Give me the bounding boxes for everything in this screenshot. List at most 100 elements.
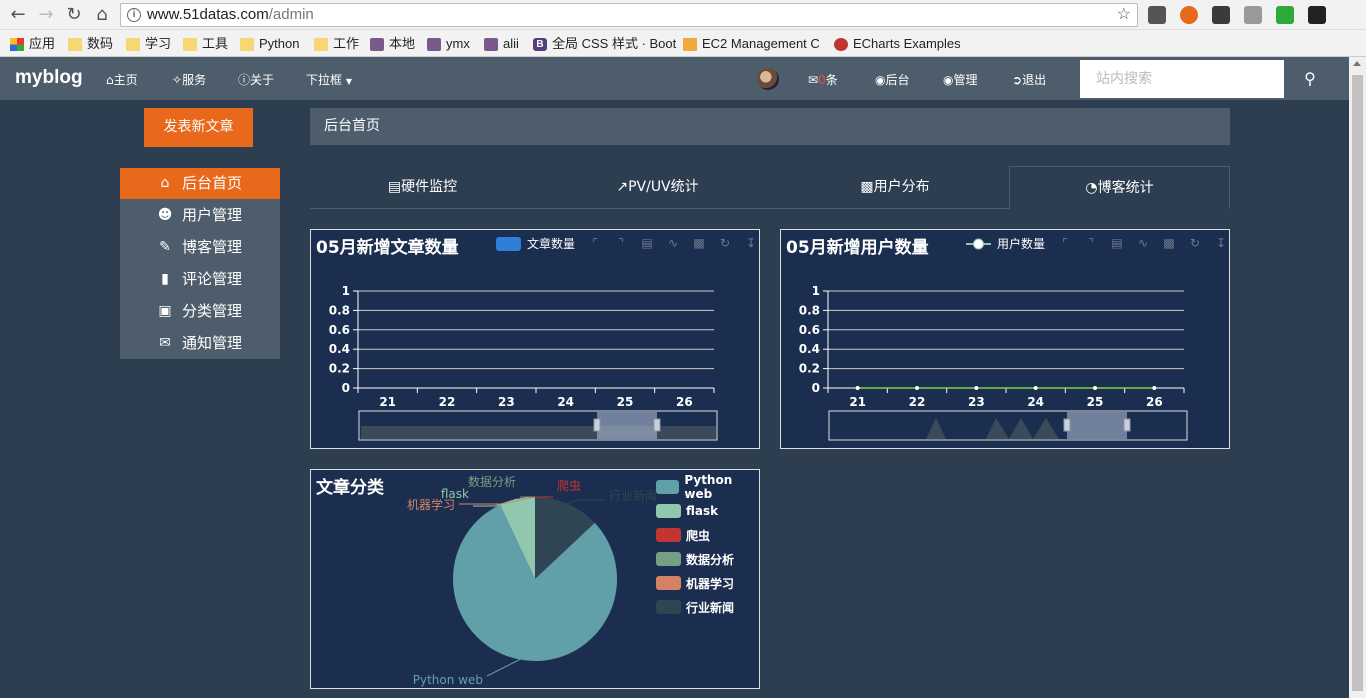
search-button[interactable]: ⚲ [1284, 60, 1336, 98]
caret-down-icon: ▼ [345, 77, 352, 86]
data-point [855, 386, 860, 390]
sidebar-item-dashboard[interactable]: ⌂ 后台首页 [120, 168, 280, 199]
logout-icon: ➲ [1012, 73, 1023, 87]
bookmark-link[interactable]: ECharts Examples [834, 35, 961, 53]
extension-icon[interactable] [1148, 6, 1166, 24]
nav-dropdown[interactable]: 下拉框 ▼ [306, 71, 352, 88]
cutlery-icon: ✧ [172, 73, 183, 87]
nav-services[interactable]: ✧服务 [172, 71, 206, 88]
legend-item[interactable]: 爬虫 [656, 523, 759, 547]
bookmark-link[interactable]: EC2 Management C [683, 35, 820, 53]
tab-pvuv[interactable]: ↗PV/UV统计 [535, 166, 780, 209]
address-bar[interactable]: i www.51datas.com/admin ☆ [120, 3, 1138, 27]
zoom-handle-right [653, 418, 661, 432]
brand-logo[interactable]: myblog [15, 67, 83, 89]
bookmark-folder[interactable]: 工作 [314, 35, 359, 53]
new-post-button[interactable]: 发表新文章 [144, 108, 253, 147]
nav-logout[interactable]: ➲退出 [1012, 71, 1046, 88]
legend-item[interactable]: Python web [656, 473, 759, 501]
bookmark-link[interactable]: ymx [427, 35, 470, 53]
legend-label: 行业新闻 [686, 600, 735, 615]
extension-icon[interactable] [1212, 6, 1230, 24]
x-tick-label: 25 [617, 395, 634, 409]
legend-item[interactable]: flask [656, 499, 759, 523]
bookmark-folder[interactable]: 学习 [126, 35, 171, 53]
data-point [974, 386, 979, 390]
bookmark-link[interactable]: alii [484, 35, 519, 53]
sidebar-item-notifications[interactable]: ✉ 通知管理 [120, 327, 280, 359]
url-host: www.51datas.com [147, 6, 269, 23]
x-tick-label: 22 [439, 395, 456, 409]
avatar[interactable] [757, 68, 779, 90]
bookmark-folder[interactable]: Python [240, 35, 299, 53]
nav-manage[interactable]: ◉管理 [943, 71, 978, 88]
sidebar-item-blogs[interactable]: ✎ 博客管理 [120, 231, 280, 263]
folder-icon [240, 37, 254, 51]
sidebar-item-users[interactable]: ☻ 用户管理 [120, 199, 280, 231]
nav-about[interactable]: ⓘ关于 [238, 71, 274, 88]
zoom-handle-left [593, 418, 601, 432]
home-icon: ⌂ [160, 175, 170, 191]
extension-icon[interactable] [1308, 6, 1326, 24]
scroll-up-icon[interactable] [1353, 61, 1361, 66]
bookmark-apps[interactable]: 应用 [10, 35, 55, 53]
data-zoom-slider[interactable] [358, 410, 718, 441]
nav-messages[interactable]: ✉0条 [808, 71, 838, 88]
x-tick-label: 26 [676, 395, 693, 409]
comment-icon: ▮ [161, 271, 169, 287]
sidebar-item-comments[interactable]: ▮ 评论管理 [120, 263, 280, 295]
search-input[interactable]: 站内搜索 [1080, 60, 1284, 98]
x-tick-label: 25 [1087, 395, 1104, 409]
home-icon[interactable]: ⌂ [92, 5, 112, 25]
legend-swatch [656, 552, 681, 566]
pie-chart-icon: ◔ [1085, 180, 1098, 196]
extension-icon[interactable] [1276, 6, 1294, 24]
zoom-window [1067, 412, 1127, 439]
bookmark-folder[interactable]: 工具 [183, 35, 228, 53]
info-icon[interactable]: i [127, 8, 141, 22]
data-point [1152, 386, 1157, 390]
bookmark-folder[interactable]: 数码 [68, 35, 113, 53]
browser-toolbar: ← → ↻ ⌂ i www.51datas.com/admin ☆ [0, 0, 1366, 30]
nav-backend[interactable]: ◉后台 [875, 71, 910, 88]
legend-item[interactable]: 数据分析 [656, 547, 759, 571]
pie-slice-label: 行业新闻 [609, 488, 657, 503]
legend-label: flask [686, 504, 719, 518]
tab-blog-stats[interactable]: ◔博客统计 [1009, 166, 1230, 209]
legend-label: 数据分析 [686, 552, 735, 567]
apps-icon [10, 37, 24, 51]
extension-icon[interactable] [1180, 6, 1198, 24]
bookmark-link[interactable]: B 全局 CSS 样式 · Boot [533, 35, 676, 53]
bookmark-link[interactable]: 本地 [370, 35, 415, 53]
stats-tabs: ▤硬件监控 ↗PV/UV统计 ▩用户分布 ◔博客统计 [310, 166, 1230, 209]
bookmark-star-icon[interactable]: ☆ [1117, 4, 1131, 26]
nav-home[interactable]: ⌂主页 [106, 71, 138, 88]
avatar-icon [484, 37, 498, 51]
back-icon[interactable]: ← [8, 5, 28, 25]
forward-icon[interactable]: → [36, 5, 56, 25]
bookmarks-bar: 应用 数码 学习 工具 Python 工作 本地 ymx alii B 全局 CS… [0, 30, 1366, 57]
page-scrollbar[interactable] [1349, 57, 1366, 698]
user-circle-icon: ◉ [943, 73, 954, 87]
envelope-icon: ✉ [159, 335, 171, 351]
message-count: 0 [818, 73, 826, 87]
pie-slice-label: 数据分析 [468, 474, 516, 489]
data-zoom-slider[interactable] [828, 410, 1188, 441]
user-circle-icon: ◉ [875, 73, 886, 87]
y-tick-label: 0.6 [329, 323, 350, 337]
sidebar-item-categories[interactable]: ▣ 分类管理 [120, 295, 280, 327]
legend-item[interactable]: 机器学习 [656, 571, 759, 595]
x-tick-label: 22 [909, 395, 926, 409]
line-chart-icon: ↗ [616, 179, 629, 195]
extension-icon[interactable] [1244, 6, 1262, 24]
legend-item[interactable]: 行业新闻 [656, 595, 759, 619]
reload-icon[interactable]: ↻ [64, 5, 84, 25]
zoom-handle-right [1123, 418, 1131, 432]
tab-hardware[interactable]: ▤硬件监控 [310, 166, 535, 209]
breadcrumb: 后台首页 [310, 108, 1230, 145]
data-point [1033, 386, 1038, 390]
legend-swatch [656, 504, 681, 518]
scrollbar-thumb[interactable] [1352, 75, 1363, 691]
data-point [915, 386, 919, 390]
tab-user-distribution[interactable]: ▩用户分布 [780, 166, 1010, 209]
